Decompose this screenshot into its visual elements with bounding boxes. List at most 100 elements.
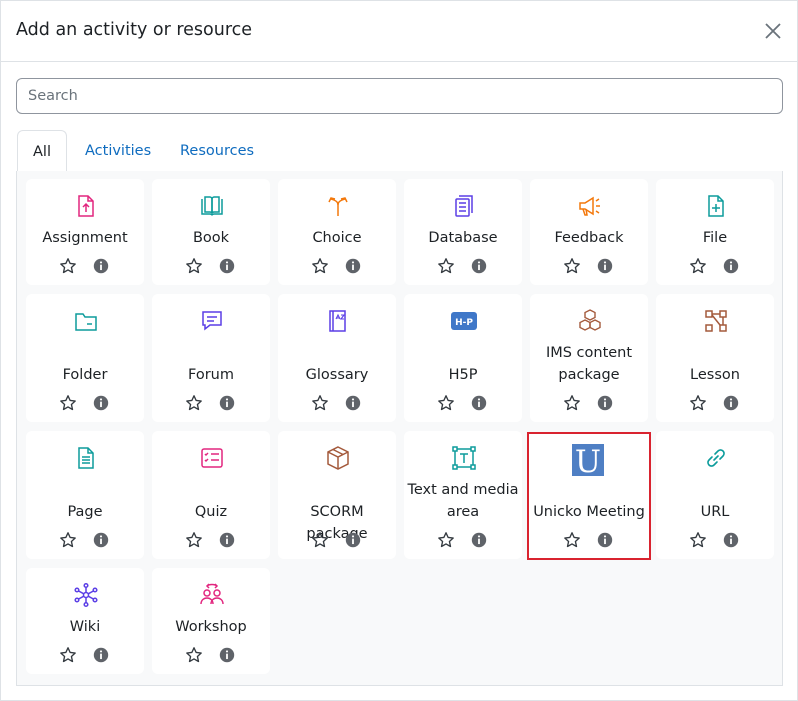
star-icon[interactable] xyxy=(689,531,707,549)
modal-header: Add an activity or resource xyxy=(1,1,797,62)
star-icon[interactable] xyxy=(185,257,203,275)
scorm-icon xyxy=(327,446,349,470)
activity-label: SCORM package xyxy=(306,504,368,542)
activity-label: Folder xyxy=(62,367,108,383)
info-icon[interactable] xyxy=(92,257,110,275)
info-icon[interactable] xyxy=(218,531,236,549)
activity-label: Assignment xyxy=(42,230,128,246)
star-icon[interactable] xyxy=(59,646,77,664)
star-icon[interactable] xyxy=(437,531,455,549)
activity-card-workshop[interactable]: Workshop xyxy=(152,568,270,674)
activity-card-folder[interactable]: Folder xyxy=(26,294,144,422)
activity-grid: Assignment Book Choice Database Feedback xyxy=(16,171,783,686)
search-input[interactable] xyxy=(16,78,783,114)
activity-card-text-and-media-area[interactable]: Text and media area xyxy=(404,431,522,559)
feedback-icon xyxy=(579,196,600,216)
file-icon xyxy=(708,195,724,217)
activity-label: H5P xyxy=(448,367,478,383)
ims-package-icon xyxy=(579,309,601,331)
activity-card-wiki[interactable]: Wiki xyxy=(26,568,144,674)
activity-card-glossary[interactable]: Glossary xyxy=(278,294,396,422)
info-icon[interactable] xyxy=(596,394,614,412)
info-icon[interactable] xyxy=(722,257,740,275)
page-icon xyxy=(78,447,94,469)
lesson-icon xyxy=(705,310,727,332)
close-icon[interactable] xyxy=(763,21,783,41)
info-icon[interactable] xyxy=(470,257,488,275)
modal-title: Add an activity or resource xyxy=(16,20,253,40)
activity-label: File xyxy=(702,230,728,246)
info-icon[interactable] xyxy=(218,646,236,664)
star-icon[interactable] xyxy=(311,257,329,275)
activity-label: Wiki xyxy=(69,619,101,635)
star-icon[interactable] xyxy=(689,394,707,412)
star-icon[interactable] xyxy=(437,257,455,275)
activity-label: Quiz xyxy=(194,504,228,520)
activity-label: Unicko Meeting xyxy=(533,504,645,520)
info-icon[interactable] xyxy=(344,394,362,412)
info-icon[interactable] xyxy=(344,531,362,549)
star-icon[interactable] xyxy=(311,394,329,412)
activity-card-quiz[interactable]: Quiz xyxy=(152,431,270,559)
star-icon[interactable] xyxy=(311,531,329,549)
tab-bar: All Activities Resources xyxy=(16,130,783,172)
h5p-icon: H-P xyxy=(451,312,477,330)
activity-card-file[interactable]: File xyxy=(656,179,774,285)
assignment-icon xyxy=(78,195,94,217)
star-icon[interactable] xyxy=(563,394,581,412)
activity-label: Text and media area xyxy=(407,482,519,520)
info-icon[interactable] xyxy=(722,394,740,412)
info-icon[interactable] xyxy=(722,531,740,549)
info-icon[interactable] xyxy=(92,646,110,664)
info-icon[interactable] xyxy=(92,394,110,412)
star-icon[interactable] xyxy=(689,257,707,275)
activity-card-forum[interactable]: Forum xyxy=(152,294,270,422)
activity-label: Forum xyxy=(188,367,234,383)
activity-label: IMS content package xyxy=(545,345,633,383)
star-icon[interactable] xyxy=(563,531,581,549)
star-icon[interactable] xyxy=(437,394,455,412)
activity-card-unicko-meeting[interactable]: U Unicko Meeting xyxy=(527,432,651,560)
info-icon[interactable] xyxy=(596,257,614,275)
activity-card-h5p[interactable]: H-P H5P xyxy=(404,294,522,422)
activity-card-assignment[interactable]: Assignment xyxy=(26,179,144,285)
activity-card-choice[interactable]: Choice xyxy=(278,179,396,285)
add-activity-modal: Add an activity or resource All Activiti… xyxy=(0,0,798,701)
activity-card-page[interactable]: Page xyxy=(26,431,144,559)
star-icon[interactable] xyxy=(59,257,77,275)
info-icon[interactable] xyxy=(470,531,488,549)
database-icon xyxy=(455,195,473,217)
tab-all[interactable]: All xyxy=(17,130,67,172)
info-icon[interactable] xyxy=(596,531,614,549)
activity-card-ims-content-package[interactable]: IMS content package xyxy=(530,294,648,422)
info-icon[interactable] xyxy=(218,257,236,275)
glossary-icon xyxy=(329,310,346,332)
text-media-icon xyxy=(452,446,476,470)
activity-card-book[interactable]: Book xyxy=(152,179,270,285)
activity-label: Page xyxy=(67,504,103,520)
info-icon[interactable] xyxy=(344,257,362,275)
activity-card-scorm-package[interactable]: SCORM package xyxy=(278,431,396,559)
star-icon[interactable] xyxy=(59,394,77,412)
activity-card-database[interactable]: Database xyxy=(404,179,522,285)
quiz-icon xyxy=(201,448,223,468)
tab-activities[interactable]: Activities xyxy=(85,130,151,171)
star-icon[interactable] xyxy=(185,531,203,549)
choice-icon xyxy=(328,197,348,216)
url-icon xyxy=(707,449,725,467)
forum-icon xyxy=(202,311,222,331)
star-icon[interactable] xyxy=(59,531,77,549)
activity-card-feedback[interactable]: Feedback xyxy=(530,179,648,285)
svg-text:U: U xyxy=(575,444,601,476)
info-icon[interactable] xyxy=(92,531,110,549)
info-icon[interactable] xyxy=(218,394,236,412)
activity-label: Lesson xyxy=(690,367,740,383)
activity-card-lesson[interactable]: Lesson xyxy=(656,294,774,422)
info-icon[interactable] xyxy=(470,394,488,412)
activity-card-url[interactable]: URL xyxy=(656,431,774,559)
star-icon[interactable] xyxy=(185,646,203,664)
wiki-icon xyxy=(74,582,98,608)
tab-resources[interactable]: Resources xyxy=(180,130,254,171)
star-icon[interactable] xyxy=(185,394,203,412)
star-icon[interactable] xyxy=(563,257,581,275)
